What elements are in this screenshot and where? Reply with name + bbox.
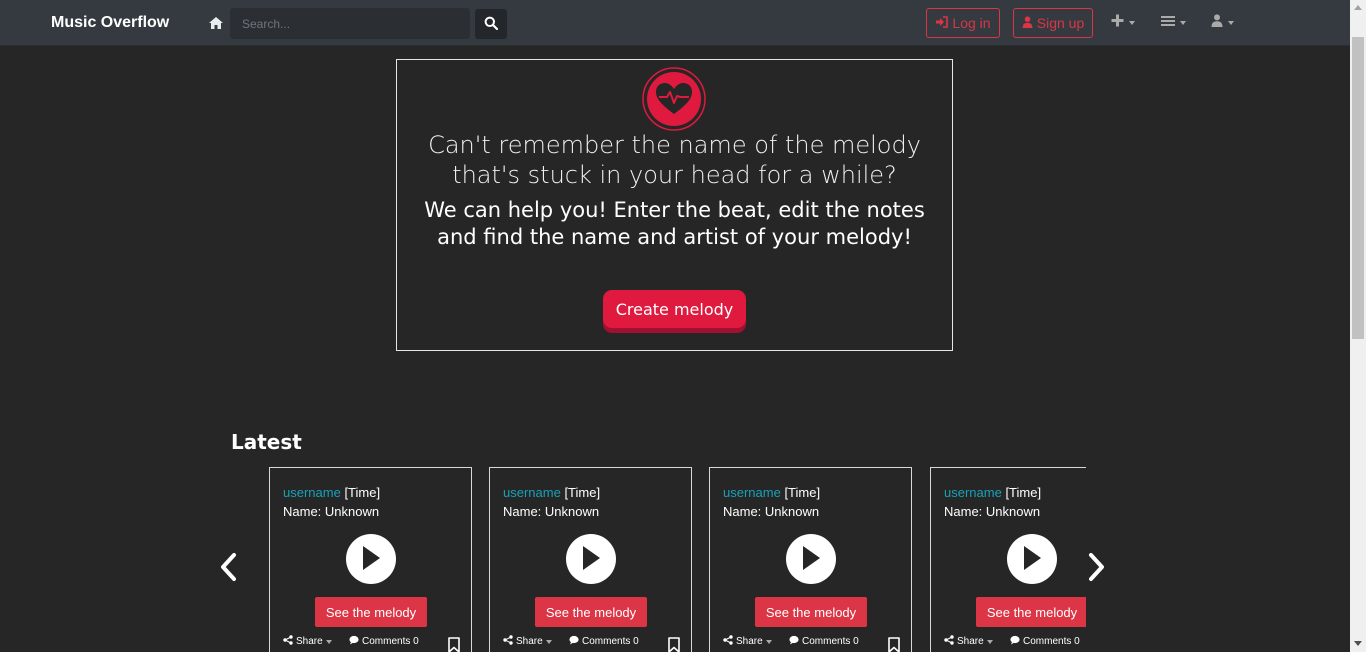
search-button[interactable] — [475, 9, 507, 39]
comments-label: Comments 0 — [582, 636, 639, 647]
latest-carousel: username [Time] Name: Unknown See the me… — [269, 467, 1086, 652]
add-dropdown[interactable] — [1111, 14, 1135, 32]
melody-card: username [Time] Name: Unknown See the me… — [709, 467, 912, 652]
search-input[interactable] — [230, 8, 470, 39]
search-icon — [484, 16, 499, 33]
play-icon — [579, 544, 603, 575]
menu-dropdown[interactable] — [1161, 14, 1186, 32]
menu-icon — [1161, 14, 1175, 32]
scroll-down-icon[interactable] — [1354, 641, 1362, 646]
card-time: [Time] — [344, 485, 381, 500]
chevron-down-icon — [325, 639, 332, 644]
latest-heading: Latest — [231, 430, 302, 454]
share-label: Share — [736, 636, 763, 647]
navbar: Music Overflow Log in Sign up — [0, 0, 1350, 46]
card-author: username [Time] — [723, 485, 820, 500]
comments-label: Comments 0 — [802, 636, 859, 647]
hero-panel: Can't remember the name of the melody th… — [396, 59, 953, 351]
login-label: Log in — [952, 15, 991, 31]
play-button[interactable] — [566, 534, 616, 584]
comments-label: Comments 0 — [362, 636, 419, 647]
carousel-prev-button[interactable] — [218, 552, 240, 582]
username-link[interactable]: username — [723, 485, 781, 500]
melody-card: username [Time] Name: Unknown See the me… — [489, 467, 692, 652]
share-dropdown[interactable]: Share — [503, 635, 552, 648]
account-dropdown[interactable] — [1211, 14, 1234, 32]
share-label: Share — [516, 636, 543, 647]
play-button[interactable] — [346, 534, 396, 584]
share-dropdown[interactable]: Share — [944, 635, 993, 648]
brand-link[interactable]: Music Overflow — [51, 14, 169, 32]
hero-question: Can't remember the name of the melody th… — [428, 131, 921, 189]
melody-name: Name: Unknown — [283, 504, 380, 519]
share-dropdown[interactable]: Share — [283, 635, 332, 648]
create-melody-button[interactable]: Create melody — [603, 290, 746, 328]
carousel-next-button[interactable] — [1085, 552, 1107, 582]
chevron-down-icon — [986, 639, 993, 644]
melody-card: username [Time] Name: Unknown See the me… — [930, 467, 1086, 652]
share-icon — [723, 635, 733, 648]
comment-icon — [1010, 635, 1020, 648]
sign-in-icon — [935, 15, 949, 31]
scroll-thumb[interactable] — [1352, 37, 1364, 339]
home-icon[interactable] — [207, 14, 225, 32]
play-button[interactable] — [786, 534, 836, 584]
comments-link[interactable]: Comments 0 — [349, 635, 419, 648]
comments-link[interactable]: Comments 0 — [569, 635, 639, 648]
play-button[interactable] — [1007, 534, 1057, 584]
share-icon — [503, 635, 513, 648]
signup-button[interactable]: Sign up — [1013, 8, 1093, 38]
chevron-down-icon — [765, 639, 772, 644]
page-scrollbar[interactable] — [1350, 0, 1366, 652]
chevron-down-icon — [1180, 21, 1186, 25]
card-time: [Time] — [1005, 485, 1042, 500]
comments-label: Comments 0 — [1023, 636, 1080, 647]
see-melody-button[interactable]: See the melody — [535, 597, 647, 627]
see-melody-button[interactable]: See the melody — [755, 597, 867, 627]
heartbeat-icon — [642, 67, 706, 131]
card-time: [Time] — [564, 485, 601, 500]
username-link[interactable]: username — [503, 485, 561, 500]
username-link[interactable]: username — [944, 485, 1002, 500]
melody-card: username [Time] Name: Unknown See the me… — [269, 467, 472, 652]
see-melody-button[interactable]: See the melody — [976, 597, 1086, 627]
play-icon — [799, 544, 823, 575]
chevron-right-icon — [1085, 553, 1107, 585]
chevron-down-icon — [1129, 21, 1135, 25]
melody-name: Name: Unknown — [944, 504, 1041, 519]
card-author: username [Time] — [944, 485, 1041, 500]
melody-name: Name: Unknown — [723, 504, 820, 519]
share-label: Share — [957, 636, 984, 647]
bookmark-icon[interactable] — [888, 637, 900, 652]
see-melody-button[interactable]: See the melody — [315, 597, 427, 627]
chevron-down-icon — [545, 639, 552, 644]
share-icon — [944, 635, 954, 648]
comment-icon — [349, 635, 359, 648]
share-icon — [283, 635, 293, 648]
user-icon — [1022, 15, 1033, 31]
melody-name: Name: Unknown — [503, 504, 600, 519]
chevron-down-icon — [1228, 21, 1234, 25]
play-icon — [1020, 544, 1044, 575]
comments-link[interactable]: Comments 0 — [789, 635, 859, 648]
card-time: [Time] — [784, 485, 821, 500]
card-author: username [Time] — [503, 485, 600, 500]
comment-icon — [569, 635, 579, 648]
card-author: username [Time] — [283, 485, 380, 500]
chevron-left-icon — [218, 553, 240, 585]
bookmark-icon[interactable] — [448, 637, 460, 652]
username-link[interactable]: username — [283, 485, 341, 500]
comments-link[interactable]: Comments 0 — [1010, 635, 1080, 648]
login-button[interactable]: Log in — [926, 8, 1000, 38]
share-dropdown[interactable]: Share — [723, 635, 772, 648]
plus-icon — [1111, 14, 1124, 32]
play-icon — [359, 544, 383, 575]
scroll-up-icon[interactable] — [1354, 5, 1362, 10]
signup-label: Sign up — [1036, 15, 1085, 31]
comment-icon — [789, 635, 799, 648]
hero-subtitle: We can help you! Enter the beat, edit th… — [424, 198, 925, 249]
bookmark-icon[interactable] — [668, 637, 680, 652]
share-label: Share — [296, 636, 323, 647]
user-icon — [1211, 14, 1223, 32]
